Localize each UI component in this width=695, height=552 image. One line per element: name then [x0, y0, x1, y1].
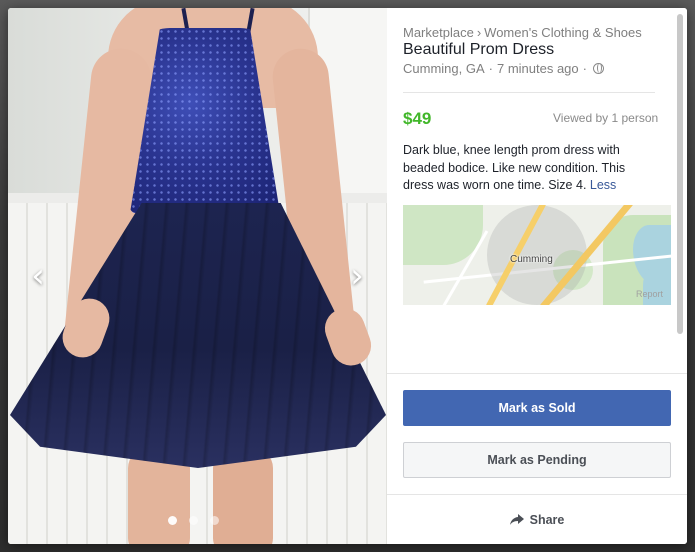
map-report-link[interactable]: Report: [636, 289, 663, 299]
chevron-right-icon: ›: [350, 256, 364, 296]
location-map[interactable]: Cumming Report: [403, 205, 671, 305]
share-button[interactable]: Share: [387, 495, 687, 544]
photo-dot-2[interactable]: [189, 516, 198, 525]
breadcrumb-marketplace[interactable]: Marketplace: [403, 25, 474, 40]
mark-as-sold-button[interactable]: Mark as Sold: [403, 390, 671, 426]
meta-separator: ·: [582, 61, 587, 76]
divider: [387, 373, 687, 374]
listing-title: Beautiful Prom Dress: [403, 41, 555, 58]
photo-dot-1[interactable]: [168, 516, 177, 525]
globe-icon: [593, 63, 604, 74]
listing-location[interactable]: Cumming, GA: [403, 61, 485, 76]
details-scrollbar[interactable]: [677, 14, 683, 334]
chevron-left-icon: ‹: [31, 256, 45, 296]
listing-description: Dark blue, knee length prom dress with b…: [403, 142, 655, 195]
share-arrow-icon: [509, 513, 524, 525]
listing-price: $49: [403, 109, 432, 128]
listing-details: Marketplace › Women's Clothing & Shoes Bea…: [387, 8, 687, 544]
listing-photo: ‹ ›: [8, 8, 387, 544]
divider: [403, 92, 655, 93]
listing-modal: ‹ › Marketplace › Women's Clothing & Shoes…: [8, 8, 687, 544]
listing-meta: Cumming, GA · 7 minutes ago ·: [403, 61, 604, 76]
viewed-count: Viewed by 1 person: [553, 111, 659, 125]
photo-dot-3[interactable]: [210, 516, 219, 525]
breadcrumb-category[interactable]: Women's Clothing & Shoes: [484, 25, 642, 40]
map-city-label: Cumming: [510, 254, 553, 265]
breadcrumb: Marketplace › Women's Clothing & Shoes: [403, 25, 642, 40]
share-label: Share: [529, 512, 565, 527]
listing-posted-time: 7 minutes ago: [496, 61, 579, 76]
next-photo-button[interactable]: ›: [341, 256, 373, 296]
previous-photo-button[interactable]: ‹: [22, 256, 54, 296]
mark-as-pending-button[interactable]: Mark as Pending: [403, 442, 671, 478]
photo-pagination: [168, 516, 219, 525]
less-link[interactable]: Less: [590, 178, 616, 192]
breadcrumb-separator: ›: [476, 25, 482, 40]
meta-separator: ·: [488, 61, 493, 76]
